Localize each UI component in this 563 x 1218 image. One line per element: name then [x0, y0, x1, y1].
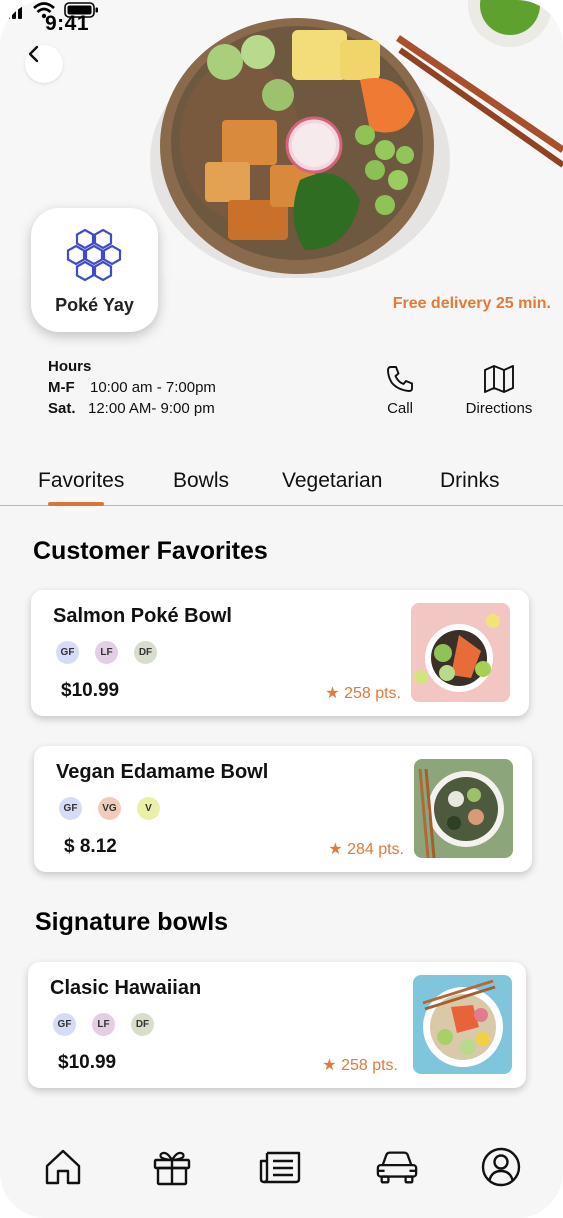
section-title-signature: Signature bowls: [35, 908, 229, 936]
diet-tags: GF LF DF: [53, 1013, 154, 1037]
item-points: ★ 284 pts.: [328, 841, 404, 858]
phone-icon: [387, 366, 413, 392]
item-points: ★ 258 pts.: [322, 1057, 398, 1074]
edamame-bowl-image: [414, 759, 513, 858]
battery-icon: [64, 2, 98, 18]
nav-news[interactable]: [258, 1145, 302, 1189]
tag-lf: LF: [95, 641, 118, 664]
tag-v: V: [137, 797, 160, 820]
item-name: Salmon Poké Bowl: [53, 605, 232, 627]
directions-button[interactable]: Directions: [452, 364, 546, 417]
phone-screen: 9:41 Poké Yay Free delivery 25 min. Hour…: [0, 0, 563, 1218]
hours-days: Sat.: [48, 400, 76, 417]
section-title-favorites: Customer Favorites: [33, 537, 268, 565]
nav-profile[interactable]: [479, 1145, 523, 1189]
tag-gf: GF: [56, 641, 79, 664]
nav-home[interactable]: [41, 1145, 85, 1189]
nav-delivery[interactable]: [375, 1145, 419, 1189]
restaurant-name: Poké Yay: [55, 295, 134, 315]
home-icon: [45, 1149, 81, 1185]
delivery-info: Free delivery 25 min.: [392, 295, 551, 312]
signal-icon: [0, 1, 22, 19]
item-price: $10.99: [58, 1052, 117, 1073]
map-icon: [484, 365, 514, 393]
hawaiian-bowl-image: [413, 975, 512, 1074]
salmon-bowl-image: [411, 603, 510, 702]
wifi-icon: [33, 2, 55, 19]
hours-time: 10:00 am - 7:00pm: [90, 379, 216, 396]
call-button[interactable]: Call: [370, 364, 430, 417]
item-price: $10.99: [61, 680, 120, 701]
item-name: Vegan Edamame Bowl: [56, 761, 269, 783]
directions-label: Directions: [465, 400, 533, 417]
call-label: Call: [387, 400, 413, 417]
menu-item-card[interactable]: Salmon Poké Bowl GF LF DF $10.99 ★ 258 p…: [31, 590, 529, 716]
diet-tags: GF VG V: [59, 797, 160, 821]
menu-item-card[interactable]: Clasic Hawaiian GF LF DF $10.99 ★ 258 pt…: [28, 962, 526, 1088]
news-icon: [259, 1151, 301, 1184]
item-name: Clasic Hawaiian: [50, 977, 202, 999]
profile-icon: [481, 1147, 521, 1187]
gift-icon: [153, 1151, 191, 1186]
status-indicators: [0, 1, 98, 19]
car-icon: [376, 1151, 418, 1184]
back-button[interactable]: [25, 45, 63, 83]
diet-tags: GF LF DF: [56, 641, 157, 665]
tag-gf: GF: [59, 797, 82, 820]
tag-df: DF: [134, 641, 157, 664]
tag-df: DF: [131, 1013, 154, 1036]
item-points: ★ 258 pts.: [325, 685, 401, 702]
hours-row-weekday: M-F 10:00 am - 7:00pm: [48, 379, 216, 396]
hours-row-saturday: Sat. 12:00 AM- 9:00 pm: [48, 400, 215, 417]
hours-time: 12:00 AM- 9:00 pm: [88, 400, 215, 417]
hours-days: M-F: [48, 379, 75, 396]
tag-vg: VG: [98, 797, 121, 820]
menu-item-card[interactable]: Vegan Edamame Bowl GF VG V $ 8.12 ★ 284 …: [34, 746, 532, 872]
nav-rewards[interactable]: [150, 1145, 194, 1189]
status-bar: 9:41: [0, 0, 563, 48]
bottom-navigation: [0, 1125, 563, 1218]
chevron-left-icon: [28, 45, 39, 63]
tab-drinks[interactable]: Drinks: [440, 469, 500, 493]
hexagon-logo-icon: [66, 228, 122, 282]
restaurant-logo-card: Poké Yay: [31, 208, 158, 332]
tab-bowls[interactable]: Bowls: [173, 469, 229, 493]
tab-vegetarian[interactable]: Vegetarian: [282, 469, 382, 493]
item-price: $ 8.12: [64, 836, 117, 857]
tag-lf: LF: [92, 1013, 115, 1036]
menu-tabs: Favorites Bowls Vegetarian Drinks: [0, 466, 563, 506]
tab-favorites[interactable]: Favorites: [38, 469, 124, 506]
tag-gf: GF: [53, 1013, 76, 1036]
hours-title: Hours: [48, 358, 92, 375]
